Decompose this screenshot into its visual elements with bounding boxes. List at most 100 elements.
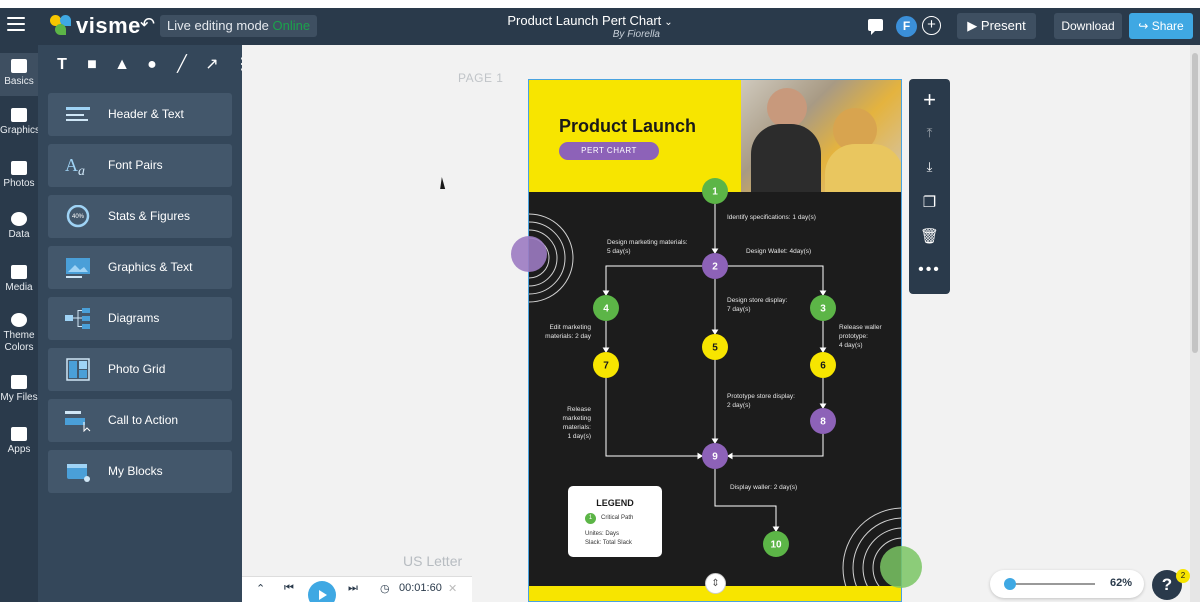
share-label: Share [1151,19,1184,33]
pert-node[interactable]: 7 [593,352,619,378]
card-label: Stats & Figures [108,209,191,223]
pert-node[interactable]: 8 [810,408,836,434]
rail-item-my-files[interactable]: My Files [0,375,38,404]
pert-arrowhead [819,290,827,296]
media-icon [11,265,27,279]
skip-back-icon[interactable]: ⏮ [284,582,294,595]
rail-item-photos[interactable]: Photos [0,161,38,190]
card-stats-figures[interactable]: 40% Stats & Figures [48,195,232,238]
canvas-scrollbar[interactable] [1190,45,1200,602]
pert-node-label: 7 [603,361,609,372]
scrollbar-thumb[interactable] [1192,53,1198,353]
add-collaborator-icon[interactable]: + [922,16,941,35]
undo-icon[interactable]: ↶ [140,14,155,35]
zoom-value[interactable]: 62% [1110,577,1132,589]
legend-slack-line: Slack: Total Slack [585,540,632,546]
pie-chart-icon [11,212,27,226]
hamburger-menu-icon[interactable] [7,17,25,31]
trash-icon[interactable]: 🗑 [909,227,950,245]
move-up-icon[interactable]: ⤒ [909,125,950,141]
card-graphics-text[interactable]: Graphics & Text [48,246,232,289]
avatar[interactable]: F [896,16,917,37]
pert-node-label: 1 [712,187,718,198]
shapes-icon [11,59,27,73]
top-strip [0,0,1200,8]
card-diagrams[interactable]: Diagrams [48,297,232,340]
arrow-tool-icon[interactable]: ↗ [204,57,220,73]
pert-node[interactable]: 4 [593,295,619,321]
close-icon[interactable]: ✕ [448,582,457,595]
rail-label: Photos [3,178,35,189]
rail-item-media[interactable]: Media [0,265,38,294]
purple-circle-decoration[interactable] [511,236,547,272]
pert-arrowhead [727,452,733,460]
duplicate-icon[interactable]: ❐ [909,193,950,211]
pert-task-label: Release [567,406,591,413]
pert-node[interactable]: 10 [763,531,789,557]
pert-node[interactable]: 5 [702,334,728,360]
collapse-chevron-icon[interactable]: ⌃ [256,582,265,595]
add-page-icon[interactable]: + [909,87,950,113]
pert-node[interactable]: 3 [810,295,836,321]
card-call-to-action[interactable]: Call to Action [48,399,232,442]
card-my-blocks[interactable]: My Blocks [48,450,232,493]
share-button[interactable]: ↪ Share [1129,13,1193,39]
zoom-slider-track[interactable] [1005,583,1095,585]
rail-item-theme-colors[interactable]: Theme Colors [0,313,38,354]
diagram-icon [65,308,90,329]
rail-item-basics[interactable]: Basics [0,53,38,96]
photo-icon [11,161,27,175]
comment-icon[interactable] [868,19,883,35]
circle-tool-icon[interactable]: ● [144,57,160,73]
stats-figures-icon: 40% [66,205,90,228]
download-button[interactable]: Download [1054,13,1122,39]
rail-item-graphics[interactable]: Graphics [0,108,40,137]
present-button[interactable]: ▶ Present [957,13,1036,39]
card-font-pairs[interactable]: Aa Font Pairs [48,144,232,187]
pert-arrowhead [697,452,703,460]
pert-node[interactable]: 2 [702,253,728,279]
pert-node-label: 2 [712,262,718,273]
pert-node-label: 9 [712,452,718,463]
photo-grid-icon [66,358,90,381]
play-button[interactable] [308,581,336,602]
more-options-icon[interactable]: ••• [909,261,950,279]
pert-task-label: Design marketing materials: [607,239,688,246]
rail-item-data[interactable]: Data [0,212,38,241]
line-tool-icon[interactable]: ╱ [174,57,190,73]
pert-task-label: 5 day(s) [607,248,630,255]
skip-forward-icon[interactable]: ⏭ [348,582,358,595]
pert-node[interactable]: 9 [702,443,728,469]
page-size-label: US Letter [403,553,463,569]
visme-logo[interactable]: visme [50,13,141,38]
legend-title: LEGEND [596,498,634,508]
pert-arrowhead [602,347,610,353]
legend-units-line: Unites: Days [585,531,620,537]
pert-edge [728,265,824,295]
triangle-tool-icon[interactable]: ▲ [114,57,130,73]
rectangle-tool-icon[interactable]: ■ [84,57,100,73]
svg-text:a: a [78,164,85,177]
pert-arrowhead [819,347,827,353]
pert-arrowhead [602,290,610,296]
pert-node-label: 3 [820,304,826,315]
zoom-slider-handle[interactable] [1003,578,1016,590]
expand-handle-icon[interactable]: ⇕ [705,573,726,594]
green-circle-decoration[interactable] [880,546,922,588]
pert-task-label: materials: [563,424,591,431]
more-tools-icon[interactable]: ⋮ [234,57,250,73]
document-title[interactable]: Product Launch Pert Chart ⌄ [490,13,690,28]
pert-task-label: 1 day(s) [568,433,591,440]
design-page[interactable]: Product Launch PERT CHART Identify speci… [528,79,902,602]
card-photo-grid[interactable]: Photo Grid [48,348,232,391]
move-down-icon[interactable]: ⤓ [909,159,950,175]
pert-task-label: Design Wallet: 4day(s) [746,248,811,255]
rail-item-apps[interactable]: Apps [0,427,38,456]
legend-box[interactable]: LEGEND 1 Critical Path Unites: Days Slac… [568,486,662,557]
pert-task-label: Release waller [839,324,882,331]
pert-node[interactable]: 1 [702,178,728,204]
card-header-text[interactable]: Header & Text [48,93,232,136]
text-tool-icon[interactable]: T [54,57,70,73]
pert-edge [728,434,824,457]
pert-node[interactable]: 6 [810,352,836,378]
